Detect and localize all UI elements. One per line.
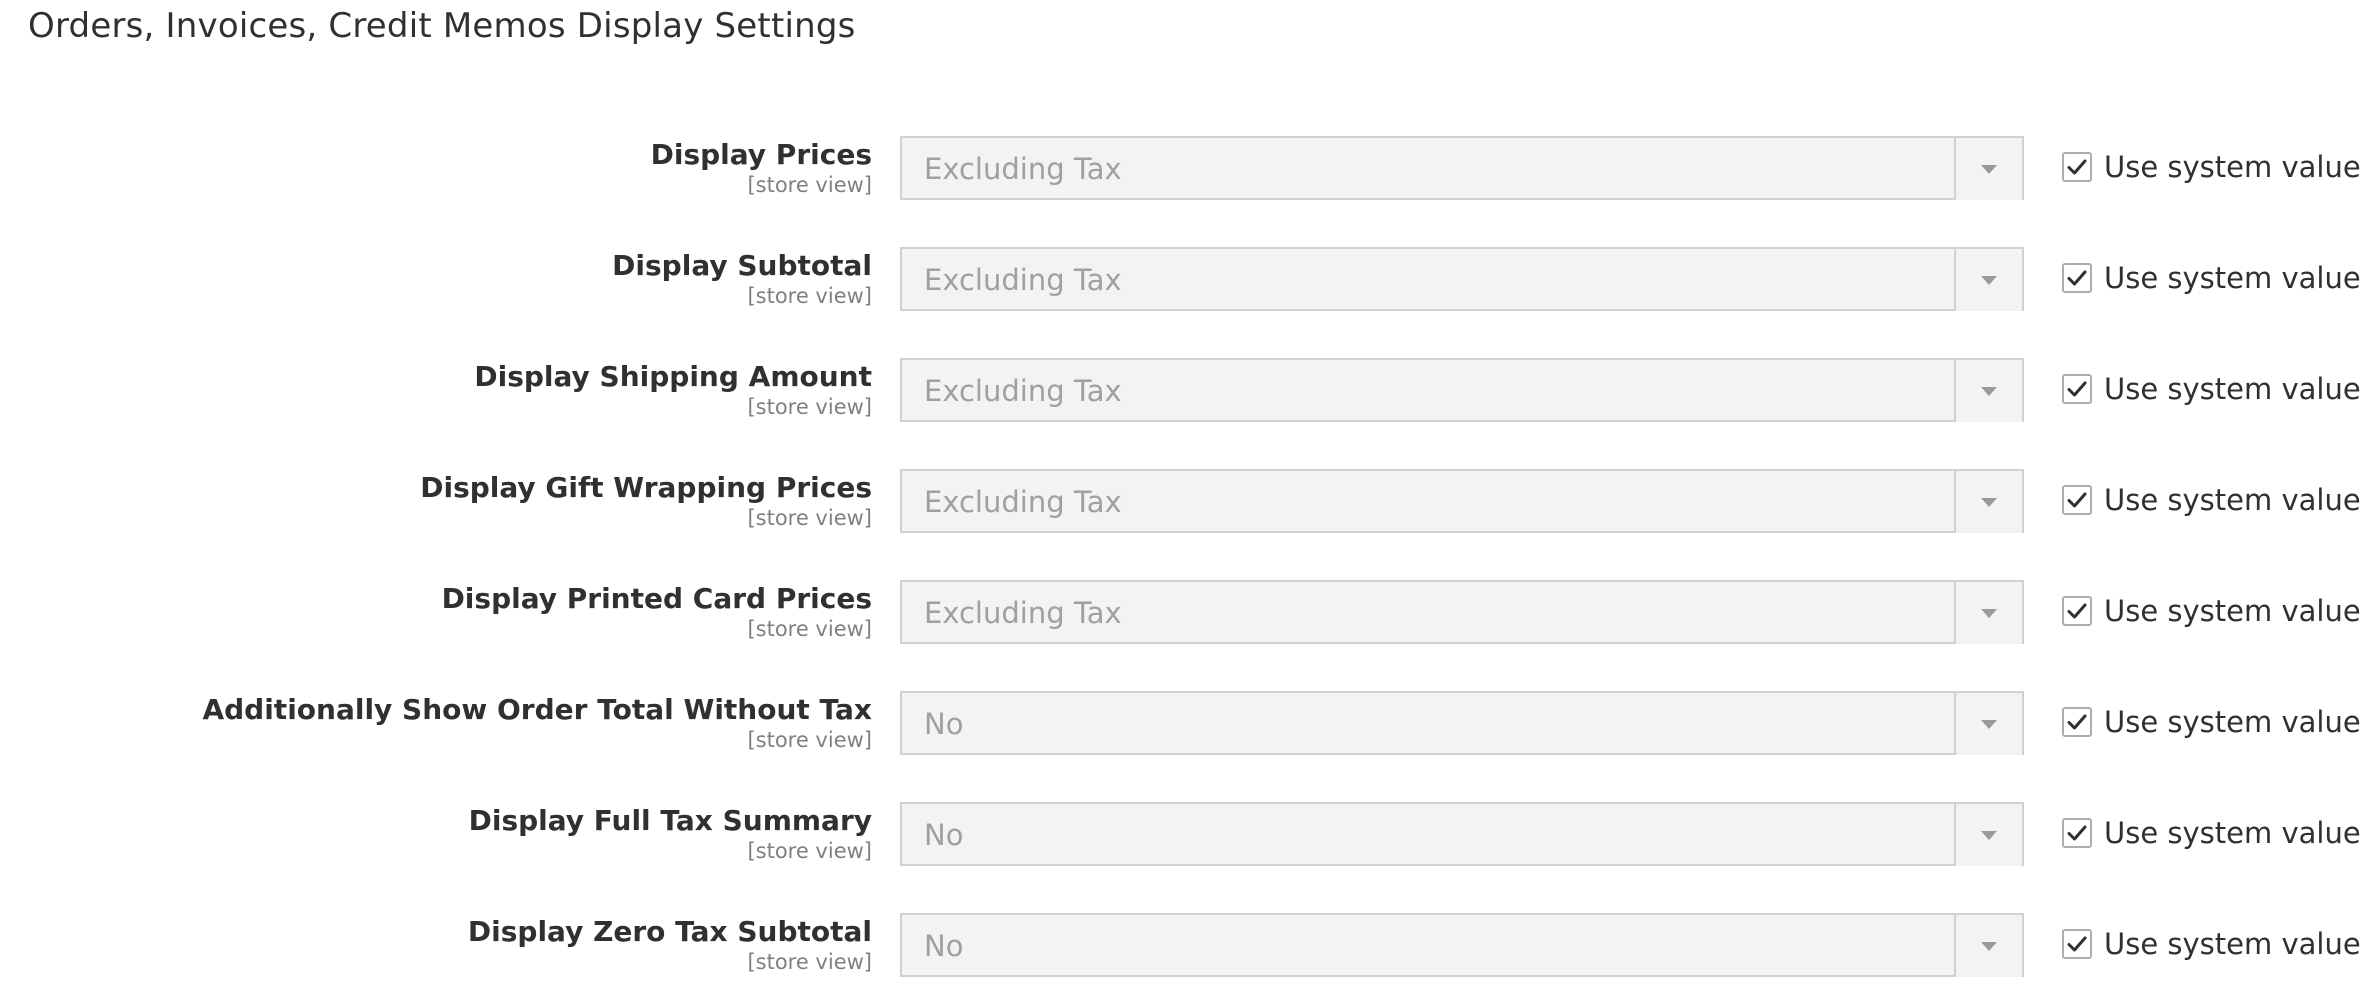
scope-label: [store view] xyxy=(747,284,872,308)
checkmark-icon xyxy=(2067,936,2087,952)
chevron-down-icon[interactable] xyxy=(1954,582,2022,644)
chevron-down-icon[interactable] xyxy=(1954,360,2022,422)
setting-label: Display Prices xyxy=(650,138,872,171)
checkmark-icon xyxy=(2067,825,2087,841)
display-full-tax-summary-select[interactable]: No xyxy=(900,802,2024,866)
display-shipping-amount-select[interactable]: Excluding Tax xyxy=(900,358,2024,422)
section-title: Orders, Invoices, Credit Memos Display S… xyxy=(28,6,856,46)
select-value: Excluding Tax xyxy=(924,485,1122,519)
checkmark-icon xyxy=(2067,714,2087,730)
select-value: Excluding Tax xyxy=(924,152,1122,186)
scope-label: [store view] xyxy=(747,173,872,197)
scope-label: [store view] xyxy=(747,839,872,863)
use-system-value-label[interactable]: Use system value xyxy=(2104,482,2361,518)
setting-row-display-subtotal: Display Subtotal [store view] Excluding … xyxy=(0,247,2374,358)
use-system-value-checkbox[interactable] xyxy=(2062,707,2092,737)
use-system-value-checkbox[interactable] xyxy=(2062,152,2092,182)
order-total-without-tax-select[interactable]: No xyxy=(900,691,2024,755)
use-system-value-checkbox[interactable] xyxy=(2062,596,2092,626)
use-system-value-checkbox[interactable] xyxy=(2062,818,2092,848)
setting-label-group: Display Subtotal [store view] xyxy=(612,247,872,309)
scope-label: [store view] xyxy=(747,950,872,974)
use-system-value-checkbox[interactable] xyxy=(2062,263,2092,293)
display-zero-tax-subtotal-select[interactable]: No xyxy=(900,913,2024,977)
setting-row-order-total-without-tax: Additionally Show Order Total Without Ta… xyxy=(0,691,2374,802)
chevron-down-icon[interactable] xyxy=(1954,804,2022,866)
setting-label-group: Display Gift Wrapping Prices [store view… xyxy=(420,469,872,531)
scope-label: [store view] xyxy=(747,506,872,530)
display-settings-page: Orders, Invoices, Credit Memos Display S… xyxy=(0,0,2374,1000)
use-system-value-label[interactable]: Use system value xyxy=(2104,260,2361,296)
select-value: No xyxy=(924,929,964,963)
setting-label: Display Printed Card Prices xyxy=(441,582,872,615)
setting-label: Display Subtotal xyxy=(612,249,872,282)
setting-row-display-zero-tax-subtotal: Display Zero Tax Subtotal [store view] N… xyxy=(0,913,2374,1000)
checkmark-icon xyxy=(2067,603,2087,619)
checkmark-icon xyxy=(2067,492,2087,508)
select-value: Excluding Tax xyxy=(924,263,1122,297)
setting-label-group: Additionally Show Order Total Without Ta… xyxy=(202,691,872,753)
setting-row-display-prices: Display Prices [store view] Excluding Ta… xyxy=(0,136,2374,247)
use-system-value-label[interactable]: Use system value xyxy=(2104,815,2361,851)
setting-row-display-printed-card-prices: Display Printed Card Prices [store view]… xyxy=(0,580,2374,691)
select-value: Excluding Tax xyxy=(924,596,1122,630)
display-subtotal-select[interactable]: Excluding Tax xyxy=(900,247,2024,311)
use-system-value-label[interactable]: Use system value xyxy=(2104,593,2361,629)
display-printed-card-prices-select[interactable]: Excluding Tax xyxy=(900,580,2024,644)
chevron-down-icon[interactable] xyxy=(1954,138,2022,200)
display-gift-wrapping-prices-select[interactable]: Excluding Tax xyxy=(900,469,2024,533)
select-value: Excluding Tax xyxy=(924,374,1122,408)
setting-label-group: Display Shipping Amount [store view] xyxy=(474,358,872,420)
setting-label: Display Gift Wrapping Prices xyxy=(420,471,872,504)
use-system-value-label[interactable]: Use system value xyxy=(2104,926,2361,962)
use-system-value-checkbox[interactable] xyxy=(2062,374,2092,404)
scope-label: [store view] xyxy=(747,395,872,419)
scope-label: [store view] xyxy=(747,728,872,752)
use-system-value-label[interactable]: Use system value xyxy=(2104,371,2361,407)
setting-label-group: Display Prices [store view] xyxy=(651,136,872,198)
scope-label: [store view] xyxy=(747,617,872,641)
use-system-value-checkbox[interactable] xyxy=(2062,929,2092,959)
setting-label-group: Display Zero Tax Subtotal [store view] xyxy=(468,913,872,975)
setting-label: Display Zero Tax Subtotal xyxy=(467,915,872,948)
chevron-down-icon[interactable] xyxy=(1954,249,2022,311)
use-system-value-label[interactable]: Use system value xyxy=(2104,149,2361,185)
settings-rows: Display Prices [store view] Excluding Ta… xyxy=(0,136,2374,1000)
setting-row-display-shipping-amount: Display Shipping Amount [store view] Exc… xyxy=(0,358,2374,469)
setting-row-display-full-tax-summary: Display Full Tax Summary [store view] No… xyxy=(0,802,2374,913)
checkmark-icon xyxy=(2067,159,2087,175)
checkmark-icon xyxy=(2067,270,2087,286)
setting-label: Additionally Show Order Total Without Ta… xyxy=(202,693,872,726)
select-value: No xyxy=(924,707,964,741)
setting-label-group: Display Full Tax Summary [store view] xyxy=(469,802,872,864)
select-value: No xyxy=(924,818,964,852)
chevron-down-icon[interactable] xyxy=(1954,693,2022,755)
checkmark-icon xyxy=(2067,381,2087,397)
setting-row-display-gift-wrapping-prices: Display Gift Wrapping Prices [store view… xyxy=(0,469,2374,580)
display-prices-select[interactable]: Excluding Tax xyxy=(900,136,2024,200)
setting-label: Display Shipping Amount xyxy=(474,360,872,393)
chevron-down-icon[interactable] xyxy=(1954,915,2022,977)
use-system-value-checkbox[interactable] xyxy=(2062,485,2092,515)
chevron-down-icon[interactable] xyxy=(1954,471,2022,533)
setting-label-group: Display Printed Card Prices [store view] xyxy=(442,580,872,642)
setting-label: Display Full Tax Summary xyxy=(468,804,872,837)
use-system-value-label[interactable]: Use system value xyxy=(2104,704,2361,740)
